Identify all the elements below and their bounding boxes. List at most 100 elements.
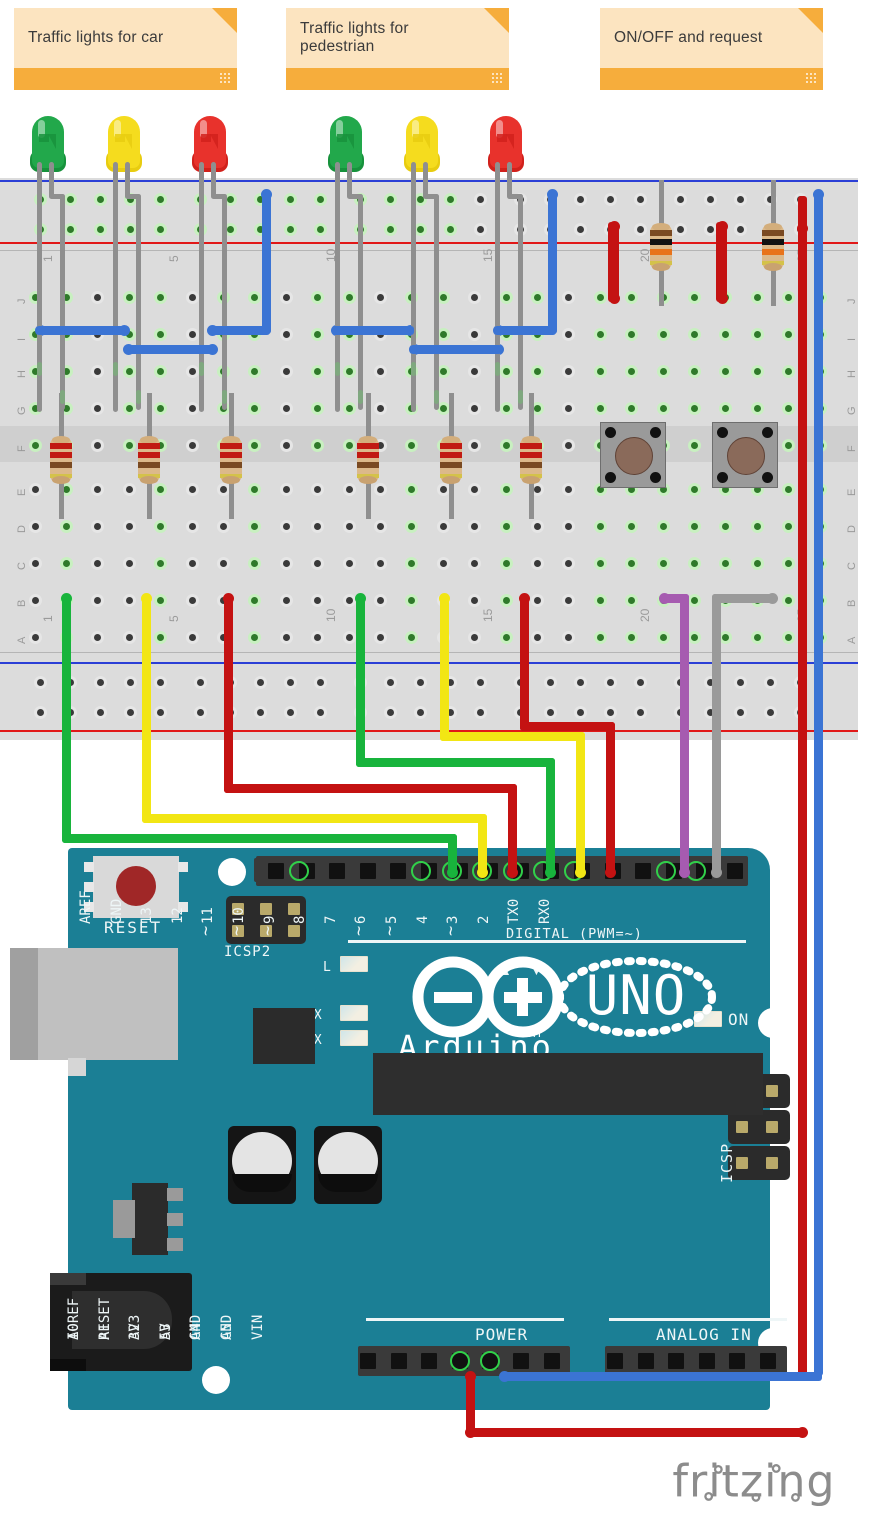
breadboard-hole-upper[interactable] <box>750 364 764 378</box>
breadboard-rail-hole-bottom-negative[interactable] <box>153 675 167 689</box>
pushbutton-onoff[interactable] <box>600 422 666 488</box>
breadboard-rail-hole-bottom-negative[interactable] <box>413 675 427 689</box>
breadboard-hole-upper[interactable] <box>499 290 513 304</box>
wire-ped-red-to-d5[interactable] <box>519 721 615 731</box>
wire-car-green-to-d10[interactable] <box>447 833 457 877</box>
breadboard-hole-lower[interactable] <box>782 556 796 570</box>
breadboard-hole-lower[interactable] <box>91 482 105 496</box>
led-pedestrian-red[interactable] <box>486 116 526 186</box>
analog-pin-socket-A3[interactable] <box>698 1353 715 1369</box>
breadboard-hole-lower[interactable] <box>28 630 42 644</box>
breadboard-hole-upper[interactable] <box>279 327 293 341</box>
breadboard-hole-lower[interactable] <box>122 593 136 607</box>
breadboard-hole-lower[interactable] <box>122 630 136 644</box>
led-lead-tip[interactable] <box>37 362 42 376</box>
breadboard-hole-upper[interactable] <box>499 364 513 378</box>
breadboard-hole-upper[interactable] <box>154 364 168 378</box>
breadboard-hole-upper[interactable] <box>562 327 576 341</box>
breadboard-hole-upper[interactable] <box>656 401 670 415</box>
digital-pin-socket-12[interactable] <box>359 863 376 879</box>
breadboard-rail-hole-top-positive[interactable] <box>63 222 77 236</box>
breadboard-hole-lower[interactable] <box>750 630 764 644</box>
breadboard-hole-lower[interactable] <box>248 482 262 496</box>
breadboard-hole-lower[interactable] <box>248 593 262 607</box>
breadboard-hole-upper[interactable] <box>91 438 105 452</box>
breadboard-hole-lower[interactable] <box>342 630 356 644</box>
breadboard-hole-upper[interactable] <box>782 290 796 304</box>
breadboard-hole-lower[interactable] <box>279 593 293 607</box>
breadboard-hole-lower[interactable] <box>499 593 513 607</box>
breadboard-rail-hole-bottom-negative[interactable] <box>313 675 327 689</box>
breadboard-hole-upper[interactable] <box>248 438 262 452</box>
breadboard-hole-lower[interactable] <box>468 519 482 533</box>
jumper-cathode-bus[interactable] <box>410 345 502 354</box>
breadboard-rail-hole-top-negative[interactable] <box>383 192 397 206</box>
breadboard-hole-lower[interactable] <box>91 593 105 607</box>
breadboard-hole-upper[interactable] <box>562 364 576 378</box>
breadboard-hole-upper[interactable] <box>719 327 733 341</box>
breadboard-rail-hole-bottom-positive[interactable] <box>543 705 557 719</box>
button-supply-jumper[interactable] <box>716 222 727 302</box>
led-lead-tip[interactable] <box>113 362 118 376</box>
breadboard-hole-lower[interactable] <box>185 519 199 533</box>
breadboard-hole-upper[interactable] <box>122 401 136 415</box>
jumper-cathode-bus[interactable] <box>332 326 414 335</box>
breadboard-rail-hole-top-negative[interactable] <box>733 192 747 206</box>
led-lead-anode-down[interactable] <box>136 194 141 410</box>
breadboard-hole-upper[interactable] <box>185 327 199 341</box>
jumper-cathode-bus[interactable] <box>124 345 216 354</box>
breadboard-hole-lower[interactable] <box>405 519 419 533</box>
breadboard-hole-upper[interactable] <box>342 290 356 304</box>
breadboard-hole-lower[interactable] <box>342 519 356 533</box>
breadboard-rail-hole-bottom-positive[interactable] <box>313 705 327 719</box>
breadboard-hole-lower[interactable] <box>499 556 513 570</box>
breadboard-hole-lower[interactable] <box>311 593 325 607</box>
breadboard-rail-hole-bottom-negative[interactable] <box>93 675 107 689</box>
breadboard-rail-hole-bottom-positive[interactable] <box>33 705 47 719</box>
breadboard-rail-hole-bottom-positive[interactable] <box>603 705 617 719</box>
breadboard-hole-lower[interactable] <box>311 630 325 644</box>
breadboard-hole-lower[interactable] <box>530 630 544 644</box>
breadboard-hole-upper[interactable] <box>782 401 796 415</box>
breadboard-hole-lower[interactable] <box>719 556 733 570</box>
breadboard-hole-lower[interactable] <box>154 593 168 607</box>
breadboard-hole-lower[interactable] <box>562 556 576 570</box>
breadboard-hole-lower[interactable] <box>122 482 136 496</box>
ground-rail-wire[interactable] <box>814 190 823 1376</box>
wire-button-onoff-to-d2[interactable] <box>679 593 689 877</box>
breadboard-hole-lower[interactable] <box>719 519 733 533</box>
breadboard-hole-lower[interactable] <box>28 519 42 533</box>
breadboard-rail-hole-bottom-negative[interactable] <box>193 675 207 689</box>
breadboard-hole-upper[interactable] <box>468 290 482 304</box>
led-lead-tip[interactable] <box>434 390 439 404</box>
usb-b-connector[interactable] <box>10 948 178 1076</box>
led-lead-anode-down[interactable] <box>434 194 439 410</box>
breadboard-hole-lower[interactable] <box>436 556 450 570</box>
note-resize-grip-icon[interactable] <box>220 73 230 85</box>
breadboard-hole-upper[interactable] <box>530 364 544 378</box>
icsp-header[interactable] <box>728 1146 790 1180</box>
wire-ped-red-to-d5[interactable] <box>519 593 529 731</box>
led-car-yellow[interactable] <box>104 116 144 186</box>
breadboard-rail-hole-top-negative[interactable] <box>673 192 687 206</box>
supply-wire-bottom-run[interactable] <box>466 1428 807 1437</box>
breadboard-rail-hole-bottom-negative[interactable] <box>123 675 137 689</box>
wire-ped-red-to-d5[interactable] <box>605 721 615 877</box>
breadboard-hole-upper[interactable] <box>499 401 513 415</box>
breadboard-hole-lower[interactable] <box>405 593 419 607</box>
wire-car-yellow-to-d9[interactable] <box>141 593 151 823</box>
breadboard-hole-upper[interactable] <box>185 438 199 452</box>
breadboard-hole-upper[interactable] <box>342 438 356 452</box>
wire-button-request-to-d1[interactable] <box>711 593 721 877</box>
breadboard-hole-lower[interactable] <box>28 482 42 496</box>
breadboard-hole-upper[interactable] <box>625 401 639 415</box>
breadboard-hole-lower[interactable] <box>562 519 576 533</box>
breadboard-hole-upper[interactable] <box>311 438 325 452</box>
breadboard-hole-upper[interactable] <box>311 290 325 304</box>
analog-pin-socket-A2[interactable] <box>668 1353 685 1369</box>
breadboard-rail-hole-top-positive[interactable] <box>443 222 457 236</box>
breadboard-hole-lower[interactable] <box>468 593 482 607</box>
breadboard-hole-upper[interactable] <box>248 401 262 415</box>
arduino-uno-board[interactable]: RESET ICSP2 DIGITAL (PWM=~) AREF GND 13 12 1… <box>50 848 790 1410</box>
breadboard-rail-hole-bottom-negative[interactable] <box>603 675 617 689</box>
